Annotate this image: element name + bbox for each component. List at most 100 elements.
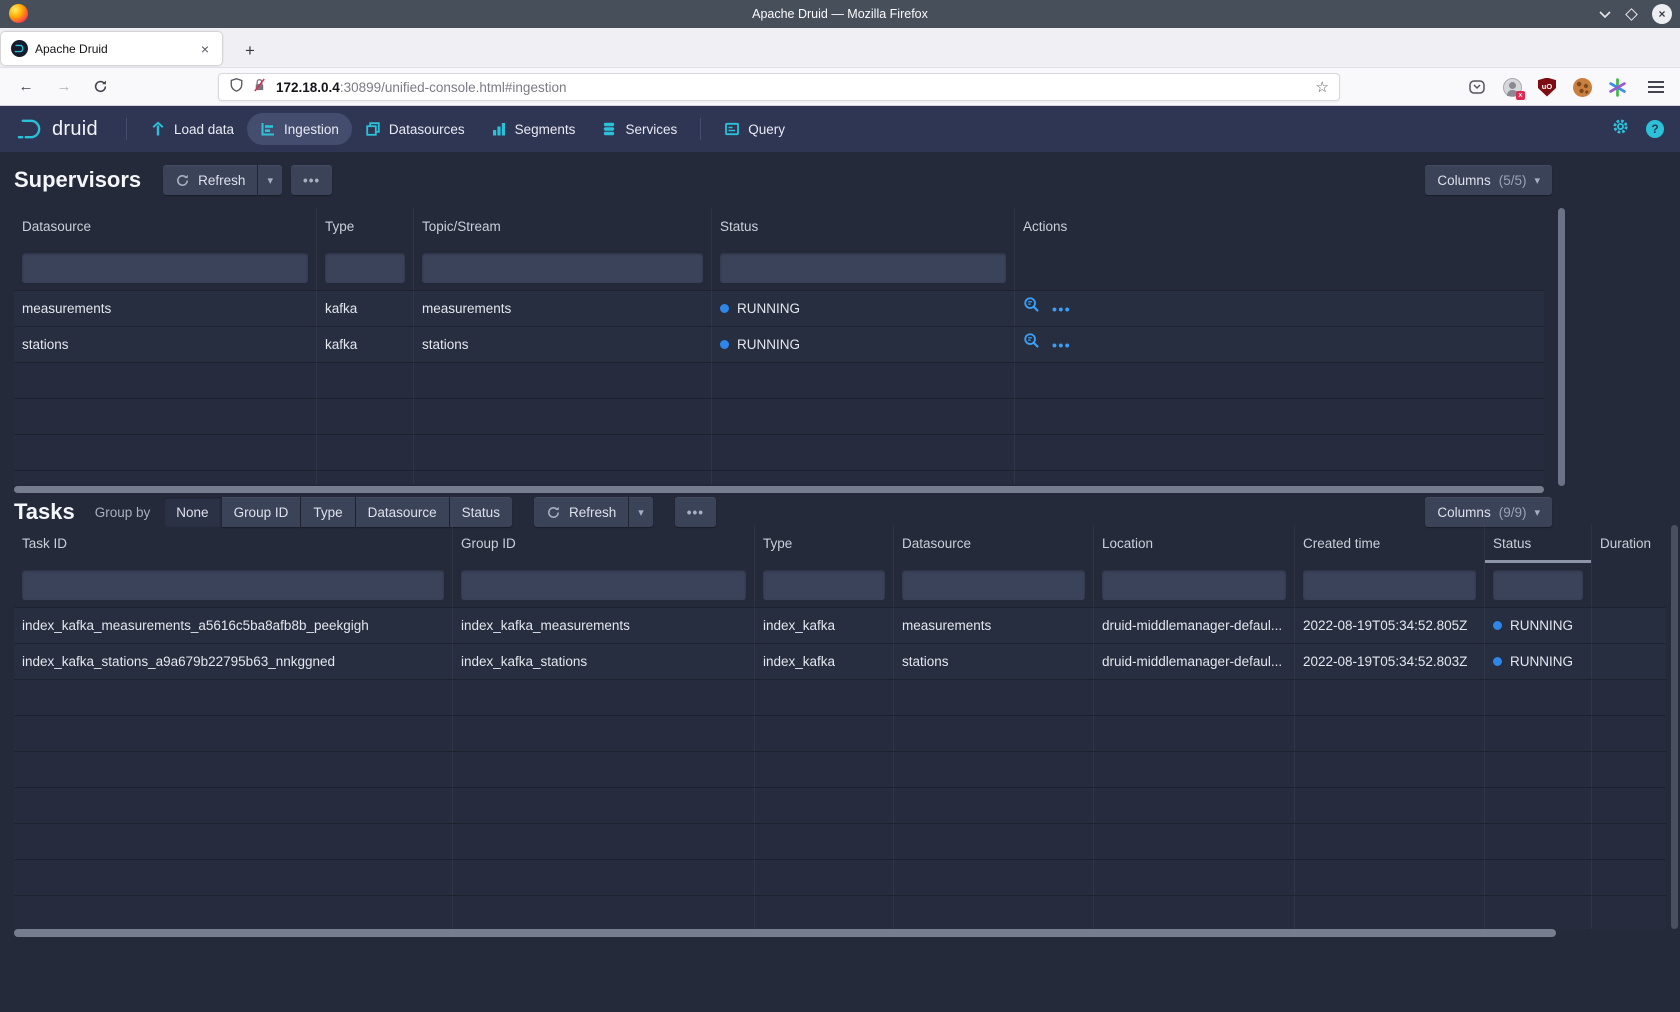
forward-button[interactable]: →	[52, 75, 76, 99]
column-header[interactable]: Datasource	[14, 208, 317, 246]
nav-ingestion[interactable]: Ingestion	[247, 113, 352, 145]
nav-load-data[interactable]: Load data	[137, 113, 247, 145]
cell-location: druid-middlemanager-defaul...	[1094, 608, 1295, 643]
nav-label: Segments	[515, 122, 576, 137]
navbar-divider	[700, 118, 701, 140]
filter-input-datasource[interactable]	[22, 253, 308, 283]
group-by-status-button[interactable]: Status	[450, 497, 512, 527]
supervisors-refresh-button[interactable]: Refresh	[163, 165, 257, 195]
asterisk-extension-icon[interactable]	[1606, 76, 1628, 98]
inspect-magnifier-icon[interactable]	[1023, 327, 1040, 362]
inspect-magnifier-icon[interactable]	[1023, 291, 1040, 326]
column-header[interactable]: Type	[317, 208, 414, 246]
supervisors-more-button[interactable]: •••	[291, 165, 332, 195]
pocket-icon[interactable]	[1466, 76, 1488, 98]
column-header[interactable]: Group ID	[453, 525, 755, 563]
column-header[interactable]: Topic/Stream	[414, 208, 712, 246]
filter-input-created-time[interactable]	[1303, 570, 1476, 600]
supervisors-columns-button[interactable]: Columns (5/5) ▾	[1425, 165, 1552, 195]
bookmark-star-icon[interactable]: ☆	[1316, 78, 1329, 96]
cell-group-id: index_kafka_stations	[453, 644, 755, 679]
nav-datasources[interactable]: Datasources	[352, 113, 478, 145]
nav-segments[interactable]: Segments	[478, 113, 589, 145]
table-row[interactable]: measurements kafka measurements RUNNING …	[14, 290, 1544, 326]
identity-extension-icon[interactable]: x	[1501, 76, 1523, 98]
tasks-columns-button[interactable]: Columns (9/9) ▾	[1425, 497, 1552, 527]
cell-status: RUNNING	[1485, 608, 1592, 643]
status-text: RUNNING	[737, 327, 800, 362]
druid-logo[interactable]: druid	[16, 117, 98, 141]
filter-input-type[interactable]	[325, 253, 405, 283]
tab-title: Apache Druid	[35, 42, 198, 56]
tasks-header: Tasks Group by None Group ID Type Dataso…	[0, 495, 1680, 529]
insecure-lock-icon[interactable]	[252, 77, 267, 98]
window-maximize-button[interactable]	[1625, 8, 1638, 21]
refresh-icon	[546, 505, 561, 520]
row-more-icon[interactable]: •••	[1052, 291, 1071, 326]
group-by-group-id-button[interactable]: Group ID	[222, 497, 301, 527]
reload-button[interactable]	[88, 78, 112, 102]
tasks-refresh-caret-button[interactable]: ▾	[629, 497, 653, 527]
column-header[interactable]: Type	[755, 525, 894, 563]
tasks-title: Tasks	[14, 499, 75, 525]
tasks-table: Task ID Group ID Type Datasource Locatio…	[14, 525, 1666, 929]
tasks-more-button[interactable]: •••	[675, 497, 716, 527]
nav-query[interactable]: Query	[711, 113, 798, 145]
table-row[interactable]: stations kafka stations RUNNING •••	[14, 326, 1544, 362]
group-by-none-button[interactable]: None	[164, 497, 220, 527]
tasks-vertical-scrollbar[interactable]	[1671, 525, 1678, 929]
status-text: RUNNING	[1510, 608, 1573, 643]
filter-input-location[interactable]	[1102, 570, 1286, 600]
back-button[interactable]: ←	[14, 75, 38, 99]
cell-status: RUNNING	[712, 327, 1015, 362]
column-header[interactable]: Created time	[1295, 525, 1485, 563]
druid-navbar: druid Load data Ingestion Datasources Se…	[0, 106, 1680, 152]
column-header[interactable]: Datasource	[894, 525, 1094, 563]
menu-hamburger-icon[interactable]	[1645, 76, 1667, 98]
row-more-icon[interactable]: •••	[1052, 327, 1071, 362]
cell-created-time: 2022-08-19T05:34:52.805Z	[1295, 608, 1485, 643]
url-bar[interactable]: 172.18.0.4:30899/unified-console.html#in…	[218, 73, 1340, 101]
help-icon[interactable]: ?	[1646, 120, 1664, 138]
window-minimize-button[interactable]	[1599, 10, 1611, 18]
supervisors-vertical-scrollbar[interactable]	[1558, 208, 1565, 486]
ublock-origin-icon[interactable]: uO	[1536, 76, 1558, 98]
columns-label: Columns	[1437, 173, 1490, 188]
filter-input-group-id[interactable]	[461, 570, 746, 600]
nav-services[interactable]: Services	[588, 113, 690, 145]
supervisors-refresh-caret-button[interactable]: ▾	[258, 165, 282, 195]
cell-datasource: measurements	[894, 608, 1094, 643]
column-header[interactable]: Duration	[1592, 525, 1666, 563]
filter-input-status[interactable]	[720, 253, 1006, 283]
column-header-sorted[interactable]: Status	[1485, 525, 1592, 563]
chevron-down-icon: ▾	[1534, 174, 1540, 187]
filter-input-type[interactable]	[763, 570, 885, 600]
window-close-button[interactable]: ×	[1652, 4, 1672, 24]
filter-input-task-id[interactable]	[22, 570, 444, 600]
url-host: 172.18.0.4	[276, 80, 340, 95]
status-dot	[720, 304, 729, 313]
new-tab-button[interactable]: +	[236, 38, 264, 66]
group-by-type-button[interactable]: Type	[301, 497, 354, 527]
tasks-refresh-button[interactable]: Refresh	[534, 497, 628, 527]
column-header[interactable]: Status	[712, 208, 1015, 246]
table-row[interactable]: index_kafka_measurements_a5616c5ba8afb8b…	[14, 607, 1666, 643]
filter-input-status[interactable]	[1493, 570, 1583, 600]
window-titlebar: Apache Druid — Mozilla Firefox ×	[0, 0, 1680, 28]
column-header[interactable]: Task ID	[14, 525, 453, 563]
column-header[interactable]: Actions	[1015, 208, 1544, 246]
settings-gear-icon[interactable]	[1611, 117, 1630, 141]
column-header[interactable]: Location	[1094, 525, 1295, 563]
columns-label: Columns	[1437, 505, 1490, 520]
tab-close-icon[interactable]: ×	[198, 41, 212, 57]
supervisors-horizontal-scrollbar[interactable]	[14, 486, 1544, 493]
cookie-extension-icon[interactable]	[1571, 76, 1593, 98]
group-by-datasource-button[interactable]: Datasource	[356, 497, 449, 527]
tasks-horizontal-scrollbar[interactable]	[14, 929, 1556, 937]
shield-icon[interactable]	[229, 77, 244, 98]
empty-row	[14, 859, 1666, 895]
table-row[interactable]: index_kafka_stations_a9a679b22795b63_nnk…	[14, 643, 1666, 679]
filter-input-datasource[interactable]	[902, 570, 1085, 600]
filter-input-topic[interactable]	[422, 253, 703, 283]
tab-apache-druid[interactable]: Apache Druid ×	[1, 32, 222, 65]
